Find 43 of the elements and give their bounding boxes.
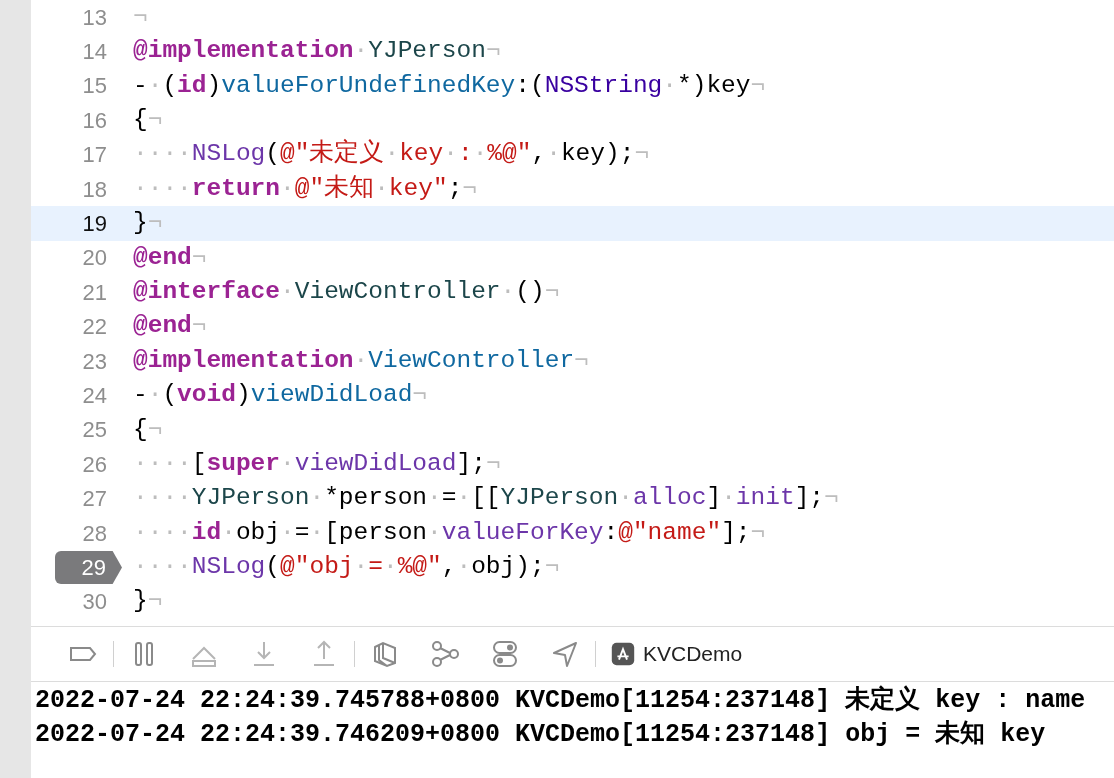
code-line: ····id·obj·=·[person·valueForKey:@"name"];¬ xyxy=(133,517,766,548)
code-line: @end¬ xyxy=(133,311,207,342)
line-number: 22 xyxy=(81,313,107,342)
line-number: 19 xyxy=(81,210,107,239)
line-number: 24 xyxy=(81,382,107,410)
code-line: ····return·@"未知·key";¬ xyxy=(133,173,478,204)
code-line: ¬ xyxy=(133,1,148,32)
app-icon[interactable] xyxy=(611,642,635,666)
line-number: 14 xyxy=(81,38,107,67)
code-line: ····NSLog(@"obj·=·%@",·obj);¬ xyxy=(133,552,560,583)
line-number: 13 xyxy=(81,3,107,32)
line-number: 21 xyxy=(81,278,107,307)
line-number: 26 xyxy=(81,450,107,479)
console-output-line: 2022-07-24 22:24:39.745788+0800 KVCDemo[11254:237148] 未定义 key : name xyxy=(35,684,1086,717)
breakpoint-marker[interactable]: 29 xyxy=(55,550,122,584)
code-line: @end¬ xyxy=(133,242,207,273)
line-number: 15 xyxy=(81,72,107,101)
code-line: -·(id)valueForUndefinedKey:(NSString·*)key¬ xyxy=(133,70,766,101)
graph-icon[interactable] xyxy=(430,639,460,669)
line-number: 27 xyxy=(81,485,107,514)
code-line: -·(void)viewDidLoad¬ xyxy=(133,380,428,411)
code-line: ····[super·viewDidLoad];¬ xyxy=(133,448,501,479)
console-output-line: 2022-07-24 22:24:39.746209+0800 KVCDemo[11254:237148] obj = 未知 key xyxy=(35,719,1046,751)
line-number: 25 xyxy=(81,416,107,445)
line-number: 28 xyxy=(81,519,107,548)
line-number: 16 xyxy=(81,106,107,135)
line-number: 18 xyxy=(81,175,107,204)
line-number: 23 xyxy=(81,347,107,376)
toggles-icon[interactable] xyxy=(490,639,520,669)
code-line: {¬ xyxy=(133,105,163,135)
line-number: 17 xyxy=(81,141,107,170)
target-name[interactable]: KVCDemo xyxy=(643,638,743,670)
line-number: 20 xyxy=(81,244,107,273)
location-icon[interactable] xyxy=(550,639,580,669)
code-line: @implementation·ViewController¬ xyxy=(133,345,589,376)
code-line: }¬ xyxy=(133,586,163,617)
code-line: @implementation·YJPerson¬ xyxy=(133,36,501,67)
code-line: {¬ xyxy=(133,414,163,445)
line-number: 30 xyxy=(81,588,107,617)
code-line: @interface·ViewController·()¬ xyxy=(133,276,560,307)
code-line: }¬ xyxy=(133,208,163,239)
code-line: ····YJPerson·*person·=·[[YJPerson·alloc]·init];¬ xyxy=(133,483,839,514)
code-line: ····NSLog(@"未定义·key·:·%@",·key);¬ xyxy=(133,138,650,170)
